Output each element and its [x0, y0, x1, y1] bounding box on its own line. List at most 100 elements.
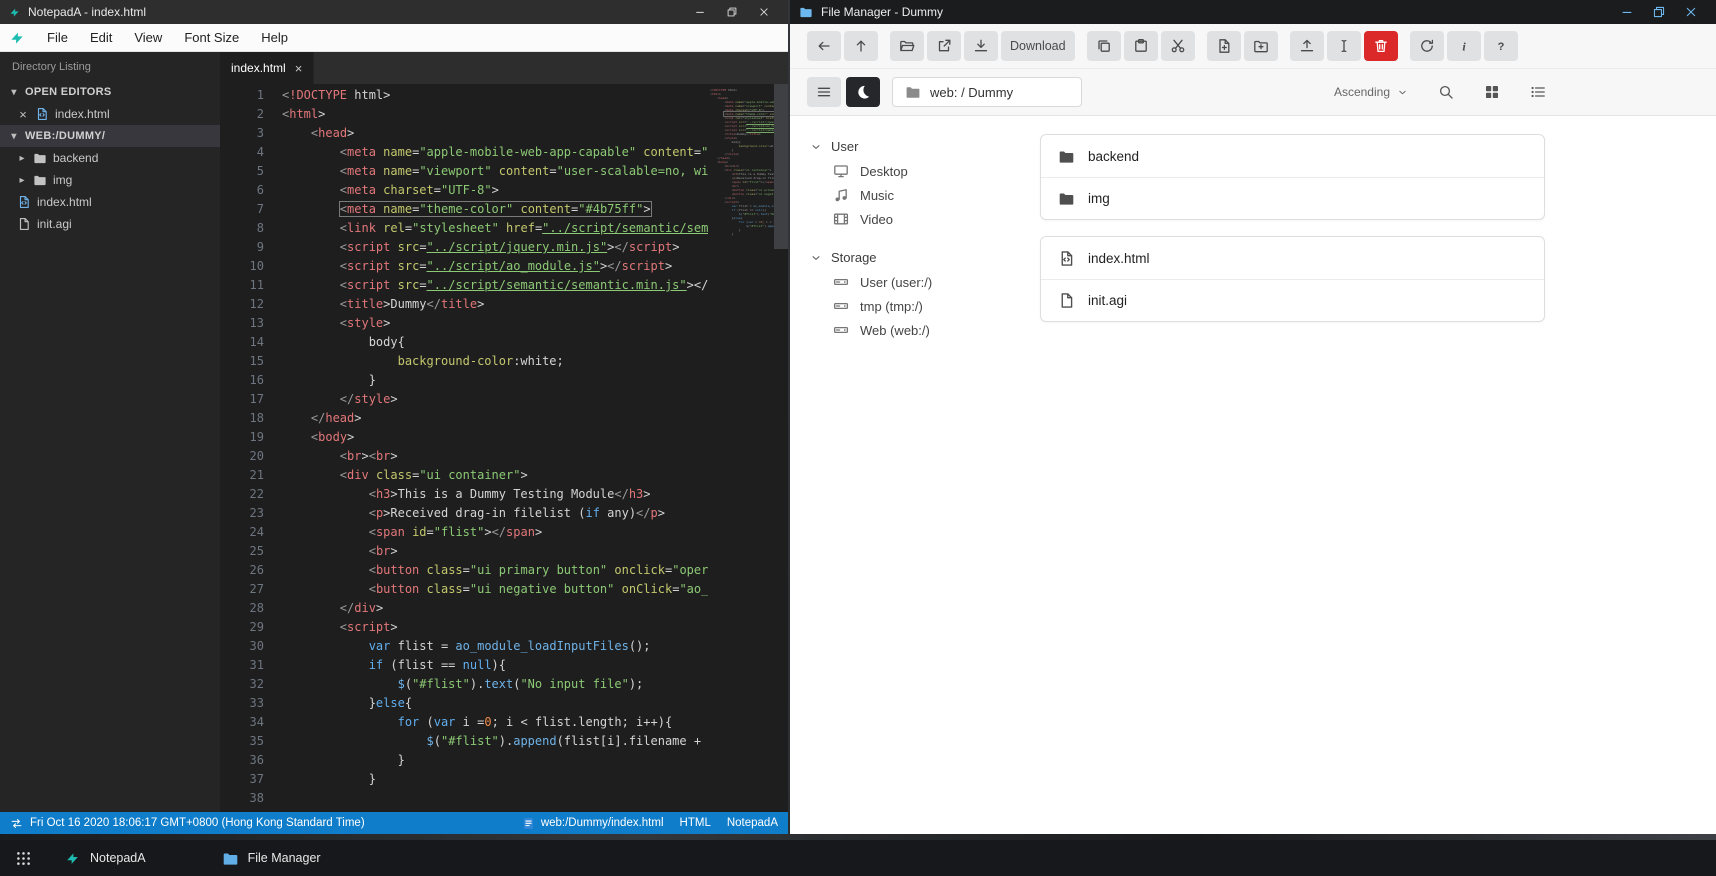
- tree-item-init-agi[interactable]: init.agi: [0, 213, 220, 235]
- menu-font-size[interactable]: Font Size: [173, 26, 250, 49]
- download-file-button[interactable]: [964, 31, 998, 61]
- code-line[interactable]: <html>: [282, 105, 708, 124]
- tree-item-index-html[interactable]: × index.html: [0, 103, 220, 125]
- minimize-button[interactable]: [1611, 0, 1643, 24]
- minimize-button[interactable]: [684, 0, 716, 24]
- tab-close-icon[interactable]: ×: [295, 61, 303, 76]
- close-button[interactable]: [748, 0, 780, 24]
- properties-button[interactable]: i: [1446, 31, 1481, 61]
- code-line[interactable]: <script src="../script/jquery.min.js"></…: [282, 238, 708, 257]
- open-button[interactable]: [890, 31, 924, 61]
- code-line[interactable]: <span id="flist"></span>: [282, 523, 708, 542]
- code-line[interactable]: <meta charset="UTF-8">: [282, 181, 708, 200]
- help-button[interactable]: ?: [1483, 31, 1518, 61]
- code-line[interactable]: var flist = ao_module_loadInputFiles();: [282, 637, 708, 656]
- section-web-dummy[interactable]: ▾ WEB:/DUMMY/: [0, 125, 220, 147]
- paste-button[interactable]: [1123, 31, 1158, 61]
- taskbar-item-notepada[interactable]: NotepadA: [46, 840, 164, 876]
- code-line[interactable]: <!DOCTYPE html>: [282, 86, 708, 105]
- code-area[interactable]: <!DOCTYPE html> <html> <head> <meta name=…: [282, 84, 708, 812]
- code-line[interactable]: <meta name="viewport" content="user-scal…: [282, 162, 708, 181]
- new-folder-button[interactable]: [1243, 31, 1278, 61]
- list-view-button[interactable]: [1530, 84, 1546, 100]
- menu-view[interactable]: View: [123, 26, 173, 49]
- sidebar-item-desktop[interactable]: Desktop: [810, 159, 1040, 183]
- taskbar-item-file-manager[interactable]: File Manager: [204, 840, 339, 876]
- code-line[interactable]: <br><br>: [282, 447, 708, 466]
- open-in-new-window-button[interactable]: [927, 31, 961, 61]
- code-line[interactable]: }: [282, 751, 708, 770]
- sort-dropdown[interactable]: Ascending: [1334, 85, 1408, 99]
- tree-item-index-html[interactable]: index.html: [0, 191, 220, 213]
- code-line[interactable]: if (flist == null){: [282, 656, 708, 675]
- minimap[interactable]: <!DOCTYPE html> <html> <head> <meta name=…: [710, 84, 774, 812]
- new-file-button[interactable]: [1206, 31, 1241, 61]
- tree-item-backend[interactable]: ▸ backend: [0, 147, 220, 169]
- code-line[interactable]: body{: [282, 333, 708, 352]
- menu-button[interactable]: [807, 77, 841, 107]
- tab-index-html[interactable]: index.html ×: [220, 52, 315, 84]
- code-line[interactable]: <h3>This is a Dummy Testing Module</h3>: [282, 485, 708, 504]
- delete-button[interactable]: [1363, 31, 1398, 61]
- restore-button[interactable]: [716, 0, 748, 24]
- code-line[interactable]: </head>: [282, 409, 708, 428]
- apps-grid-button[interactable]: [0, 840, 46, 876]
- status-language[interactable]: HTML: [680, 817, 711, 829]
- copy-button[interactable]: [1086, 31, 1121, 61]
- up-button[interactable]: [844, 31, 878, 61]
- file-row-img[interactable]: img: [1041, 177, 1544, 219]
- code-line[interactable]: [282, 789, 708, 808]
- code-line[interactable]: <title>Dummy</title>: [282, 295, 708, 314]
- breadcrumb[interactable]: web: / Dummy: [892, 77, 1082, 107]
- sidebar-item-video[interactable]: Video: [810, 207, 1040, 231]
- code-line[interactable]: }else{: [282, 694, 708, 713]
- sidebar-item-user-user[interactable]: User (user:/): [810, 270, 1040, 294]
- menu-file[interactable]: File: [36, 26, 79, 49]
- code-line[interactable]: <head>: [282, 124, 708, 143]
- file-row-init-agi[interactable]: init.agi: [1041, 279, 1544, 321]
- sidebar-section-storage[interactable]: Storage: [810, 245, 1040, 270]
- code-line[interactable]: <br>: [282, 542, 708, 561]
- file-row-index-html[interactable]: index.html: [1041, 237, 1544, 279]
- back-button[interactable]: [807, 31, 841, 61]
- code-line[interactable]: for (var i =0; i < flist.length; i++){: [282, 713, 708, 732]
- code-line[interactable]: <script src="../script/ao_module.js"></s…: [282, 257, 708, 276]
- sidebar-section-user[interactable]: User: [810, 134, 1040, 159]
- section-open-editors[interactable]: ▾ OPEN EDITORS: [0, 81, 220, 103]
- code-line[interactable]: <body>: [282, 428, 708, 447]
- code-line[interactable]: $("#flist").text("No input file");: [282, 675, 708, 694]
- code-line[interactable]: }: [282, 371, 708, 390]
- grid-view-button[interactable]: [1484, 84, 1500, 100]
- code-line[interactable]: <style>: [282, 314, 708, 333]
- close-icon[interactable]: ×: [17, 107, 29, 122]
- code-line[interactable]: <div class="ui container">: [282, 466, 708, 485]
- code-line[interactable]: <script>: [282, 618, 708, 637]
- code-line[interactable]: }: [282, 770, 708, 789]
- code-line[interactable]: background-color:white;: [282, 352, 708, 371]
- file-row-backend[interactable]: backend: [1041, 135, 1544, 177]
- sidebar-item-music[interactable]: Music: [810, 183, 1040, 207]
- code-line[interactable]: <meta name="theme-color" content="#4b75f…: [282, 200, 708, 219]
- sidebar-item-tmp-tmp[interactable]: tmp (tmp:/): [810, 294, 1040, 318]
- editor-scrollbar[interactable]: [774, 84, 788, 812]
- restore-button[interactable]: [1643, 0, 1675, 24]
- code-line[interactable]: </div>: [282, 599, 708, 618]
- code-line[interactable]: <meta name="apple-mobile-web-app-capable…: [282, 143, 708, 162]
- sidebar-item-web-web[interactable]: Web (web:/): [810, 318, 1040, 342]
- code-line[interactable]: </style>: [282, 390, 708, 409]
- code-line[interactable]: <link rel="stylesheet" href="../script/s…: [282, 219, 708, 238]
- refresh-button[interactable]: [1409, 31, 1444, 61]
- tree-item-img[interactable]: ▸ img: [0, 169, 220, 191]
- menu-help[interactable]: Help: [250, 26, 299, 49]
- upload-button[interactable]: [1289, 31, 1324, 61]
- code-line[interactable]: <script src="../script/semantic/semantic…: [282, 276, 708, 295]
- scrollbar-thumb[interactable]: [774, 84, 788, 249]
- code-line[interactable]: $("#flist").append(flist[i].filename +: [282, 732, 708, 751]
- dark-mode-toggle[interactable]: [846, 77, 880, 107]
- search-button[interactable]: [1438, 84, 1454, 100]
- code-line[interactable]: <p>Received drag-in filelist (if any)</p…: [282, 504, 708, 523]
- rename-button[interactable]: [1326, 31, 1361, 61]
- close-button[interactable]: [1675, 0, 1707, 24]
- download-button[interactable]: Download: [1001, 31, 1075, 61]
- menu-edit[interactable]: Edit: [79, 26, 123, 49]
